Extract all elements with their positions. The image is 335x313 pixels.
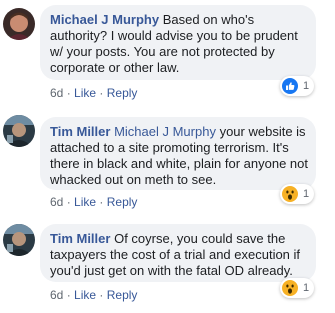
mention-link[interactable]: Michael J Murphy [114,124,216,139]
comment-bubble: Michael J Murphy Based on who's authorit… [40,5,316,80]
comment-bubble: Tim Miller Michael J Murphy your website… [40,117,316,190]
reply-link[interactable]: Reply [107,195,138,209]
avatar[interactable] [3,8,35,40]
comment-actions: 6d · Like · Reply [50,195,138,209]
comment-time[interactable]: 6d [50,86,63,100]
like-icon [282,78,298,94]
like-link[interactable]: Like [74,288,96,302]
reaction-badge[interactable]: 1 [280,76,315,96]
avatar[interactable] [3,224,35,256]
wow-icon [282,280,298,296]
comment-actions: 6d · Like · Reply [50,86,138,100]
reaction-count: 1 [303,188,310,200]
reply-link[interactable]: Reply [107,288,138,302]
comment-actions: 6d · Like · Reply [50,288,138,302]
reaction-badge[interactable]: 1 [280,184,315,204]
reply-link[interactable]: Reply [107,86,138,100]
reaction-count: 1 [303,80,310,92]
reaction-badge[interactable]: 1 [280,278,315,298]
reaction-count: 1 [303,282,310,294]
comment-time[interactable]: 6d [50,195,63,209]
like-link[interactable]: Like [74,86,96,100]
wow-icon [282,186,298,202]
comment-time[interactable]: 6d [50,288,63,302]
avatar[interactable] [3,115,35,147]
like-link[interactable]: Like [74,195,96,209]
comment-author[interactable]: Tim Miller [50,124,110,139]
comment-author[interactable]: Tim Miller [50,231,110,246]
comment-author[interactable]: Michael J Murphy [50,12,159,27]
comment-bubble: Tim Miller Of coyrse, you could save the… [40,224,316,282]
